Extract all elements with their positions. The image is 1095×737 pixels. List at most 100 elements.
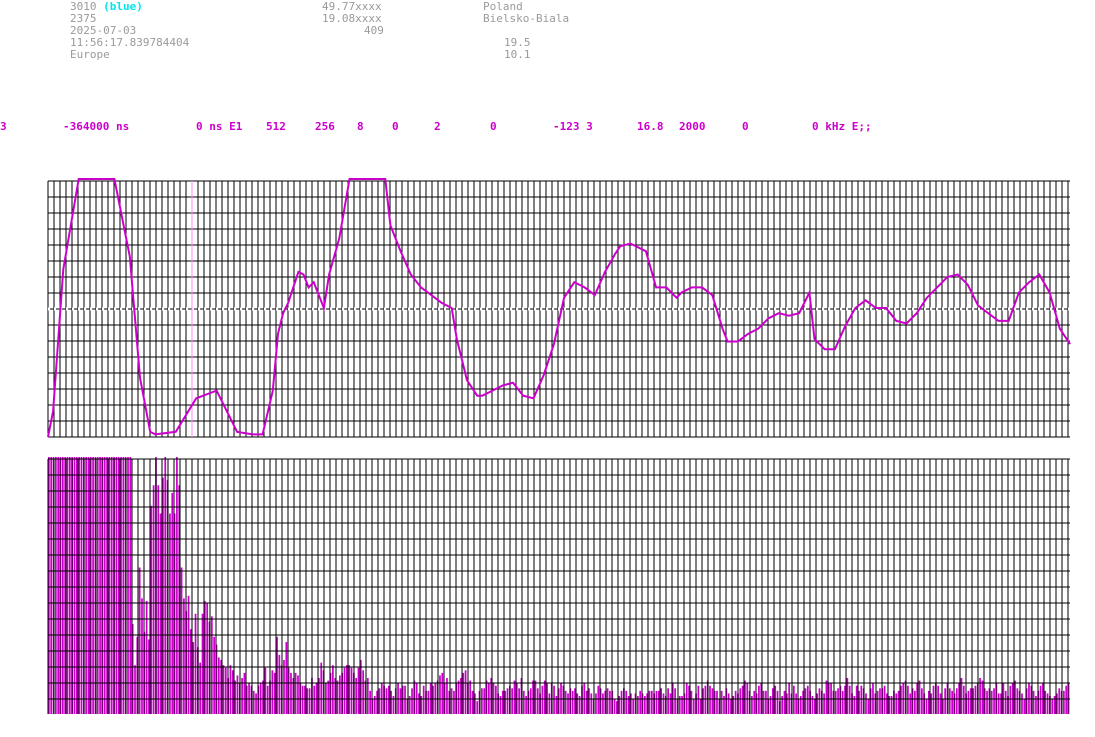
spectrum-bar: [145, 600, 148, 714]
spectrum-bar: [699, 698, 702, 714]
spectrum-bar: [883, 685, 886, 714]
spectrum-bar: [255, 693, 257, 714]
spectrum-bar: [848, 685, 851, 714]
spectrum-bar: [876, 690, 879, 714]
spectrum-bar: [50, 457, 53, 714]
spectrum-bar: [427, 690, 430, 714]
spectrum-bar: [1009, 685, 1012, 714]
spectrum-bar: [336, 680, 339, 714]
spectrum-bar: [879, 688, 881, 714]
spectrum-bar: [457, 680, 460, 714]
spectrum-bar: [513, 680, 516, 714]
spectrum-bar: [806, 685, 809, 714]
spectrum-bar: [75, 457, 78, 714]
spectrum-bar: [327, 680, 330, 714]
spectrum-bar: [739, 688, 742, 714]
spectrum-bar: [937, 685, 940, 714]
spectrum-bar: [690, 690, 693, 714]
spectrum-bar: [1023, 698, 1026, 714]
spectrum-bar: [648, 690, 651, 714]
spectrum-bar: [1051, 698, 1054, 714]
spectrum-bar: [962, 685, 965, 714]
spectrum-bar: [571, 690, 574, 714]
spectrum-bar: [264, 667, 267, 714]
spectrum-bar: [439, 675, 441, 714]
spectrum-bar: [567, 693, 569, 714]
spectrum-bar: [57, 457, 60, 714]
spectrum-bar: [823, 693, 825, 714]
spectrum-bar: [411, 688, 413, 714]
spectrum-bar: [339, 675, 341, 714]
spectrum-bar: [948, 688, 951, 714]
spectrum-bar: [441, 672, 444, 714]
spectrum-bar: [176, 457, 178, 714]
spectrum-bar: [422, 685, 425, 714]
spectrum-bar: [955, 688, 958, 714]
spectrum-bar: [774, 685, 777, 714]
spectrum-bar: [969, 688, 972, 714]
spectrum-bar: [399, 688, 402, 714]
spectrum-bar: [662, 693, 665, 714]
spectrum-bar: [222, 665, 225, 714]
spectrum-bar: [243, 672, 246, 714]
spectrum-bar: [1058, 688, 1061, 714]
spectrum-bar: [387, 685, 390, 714]
spectrum-bar: [504, 690, 507, 714]
spectrum-bar: [914, 690, 916, 714]
spectrum-bar: [522, 690, 525, 714]
spectrum-bar: [345, 665, 348, 714]
spectrum-bar: [758, 685, 760, 714]
spectrum-bar: [1032, 690, 1035, 714]
spectrum-bar: [92, 457, 94, 714]
spectrum-bar: [87, 457, 90, 714]
spectrum-bar: [343, 667, 346, 714]
spectrum-bar: [462, 672, 465, 714]
spectrum-bar: [138, 567, 141, 714]
spectrum-bar: [229, 665, 232, 714]
spectrum-bar: [127, 457, 129, 714]
spectrum-bar: [865, 693, 867, 714]
spectrum-bar: [332, 665, 334, 714]
spectrum-bar: [141, 598, 143, 714]
spectrum-bar: [464, 670, 467, 714]
spectrum-bar: [697, 685, 700, 714]
spectrum-bar: [169, 513, 171, 714]
spectrum-bar: [632, 698, 635, 714]
spectrum-bar: [939, 693, 942, 714]
spectrum-bar: [944, 688, 947, 714]
spectrum-bar: [727, 693, 730, 714]
spectrum-bar: [110, 457, 113, 714]
spectrum-bar: [1044, 690, 1047, 714]
spectrum-bar: [152, 485, 155, 714]
spectrum-bar: [129, 457, 132, 714]
spectrum-bar: [855, 685, 858, 714]
spectrum-bar: [68, 457, 71, 714]
spectrum-bar: [1063, 690, 1065, 714]
spectrum-bar: [217, 657, 220, 714]
plot-canvas: [47, 178, 1071, 714]
spectrum-bar: [825, 680, 828, 714]
spectrum-bar: [1021, 693, 1023, 714]
spectrum-bar: [667, 688, 669, 714]
spectrum-bar: [657, 690, 660, 714]
spectrum-bar: [285, 642, 288, 714]
spectrum-bar: [541, 685, 544, 714]
spectrum-bar: [385, 688, 388, 714]
spectrum-bar: [639, 690, 642, 714]
spectrum-bar: [986, 690, 988, 714]
spectrum-bar: [187, 595, 190, 714]
spectrum-bar: [278, 654, 281, 714]
spectrum-bar: [320, 662, 323, 714]
spectrum-bar: [841, 690, 844, 714]
spectrum-bar: [183, 598, 185, 714]
spectrum-bar: [294, 672, 297, 714]
spectrum-bar: [548, 693, 551, 714]
spectrum-bar: [795, 693, 798, 714]
spectrum-bar: [117, 457, 120, 714]
spectrum-bar: [297, 675, 299, 714]
spectrum-bar: [103, 457, 106, 714]
spectrum-bar: [231, 670, 234, 714]
spectrum-bar: [967, 690, 970, 714]
spectrum-bar: [674, 688, 676, 714]
spectrum-bar: [501, 690, 504, 714]
